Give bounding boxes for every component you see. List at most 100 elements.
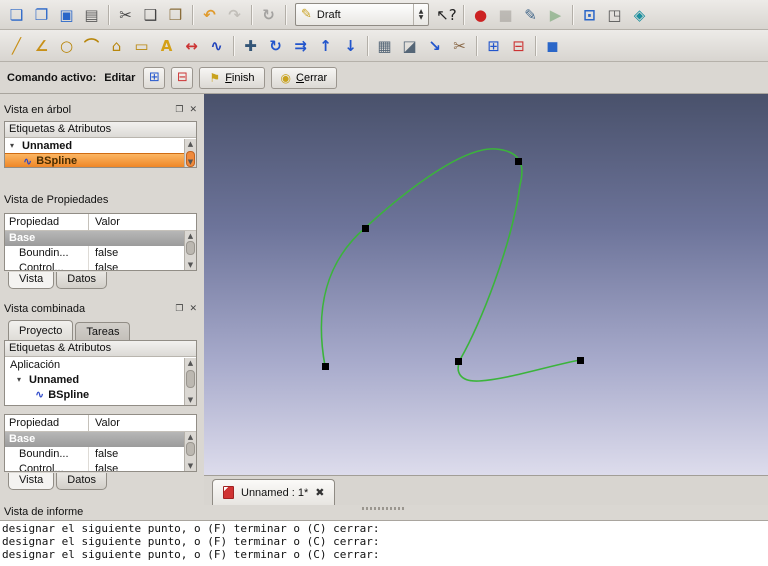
tree-item-unnamed[interactable]: ▾ Unnamed <box>5 138 196 153</box>
tree-view-panel-title: Vista en árbol ❐ ✕ <box>0 102 204 117</box>
tree-scrollbar[interactable]: ▲ ▼ <box>184 139 196 167</box>
property-row[interactable]: Control... false <box>5 261 196 270</box>
draft-move-button[interactable]: ✚ <box>238 34 263 58</box>
edit-add-point-button[interactable]: ⊞ <box>143 66 166 89</box>
tab-vista[interactable]: Vista <box>8 473 55 490</box>
tab-datos[interactable]: Datos <box>56 272 108 289</box>
scroll-up-icon[interactable]: ▲ <box>185 232 196 240</box>
scrollbar-thumb[interactable] <box>186 370 195 388</box>
tab-proyecto[interactable]: Proyecto <box>8 320 74 340</box>
control-point[interactable] <box>455 358 462 365</box>
tree-item-bspline[interactable]: ∿ BSpline <box>5 153 196 167</box>
scroll-down-icon[interactable]: ▼ <box>185 261 196 269</box>
draft-trimex-button[interactable]: ✂ <box>447 34 472 58</box>
draft-bspline-button[interactable]: ∿ <box>204 34 229 58</box>
control-points-layer <box>204 94 768 475</box>
refresh-button[interactable]: ↻ <box>256 3 281 27</box>
close-panel-icon[interactable]: ✕ <box>189 105 197 115</box>
new-document-button[interactable]: ❏ <box>4 3 29 27</box>
draft-line-button[interactable]: ╱ <box>4 34 29 58</box>
finish-button[interactable]: ⚑ Finish <box>199 66 265 89</box>
scroll-down-icon[interactable]: ▼ <box>185 462 196 470</box>
property-scrollbar[interactable]: ▲ ▼ <box>184 231 196 270</box>
draw-style-button[interactable]: ◳ <box>602 3 627 27</box>
splitter-handle[interactable] <box>362 507 406 510</box>
document-tab[interactable]: Unnamed : 1* ✖ <box>212 479 336 505</box>
toolbar-separator <box>535 35 536 56</box>
control-point[interactable] <box>322 363 329 370</box>
draft-downgrade-button[interactable]: ↓ <box>338 34 363 58</box>
control-point[interactable] <box>362 225 369 232</box>
draft-select-plane-button[interactable]: ◼ <box>540 34 565 58</box>
paste-button[interactable]: ❒ <box>163 3 188 27</box>
redo-button[interactable]: ↷ <box>222 3 247 27</box>
application-label: Aplicación <box>10 358 61 371</box>
draft-wire-button[interactable]: ∠ <box>29 34 54 58</box>
scroll-down-icon[interactable]: ▼ <box>185 396 196 404</box>
float-panel-icon[interactable]: ❐ <box>175 105 183 115</box>
property-group-base[interactable]: Base <box>5 231 196 246</box>
draft-upgrade-button[interactable]: ↑ <box>313 34 338 58</box>
draft-circle-button[interactable]: ○ <box>54 34 79 58</box>
float-panel-icon[interactable]: ❐ <box>175 304 183 314</box>
macro-record-button[interactable]: ● <box>468 3 493 27</box>
scrollbar-thumb[interactable] <box>186 442 195 456</box>
control-point[interactable] <box>577 357 584 364</box>
tree-item-bspline[interactable]: ∿ BSpline <box>5 387 196 402</box>
property-row[interactable]: Control... false <box>5 462 196 471</box>
draft-rotate-button[interactable]: ↻ <box>263 34 288 58</box>
close-button[interactable]: ◉ Cerrar <box>270 66 338 89</box>
draft-add-point-button[interactable]: ⊞ <box>481 34 506 58</box>
expand-arrow-icon[interactable]: ▾ <box>10 141 18 150</box>
cut-button[interactable]: ✂ <box>113 3 138 27</box>
tab-vista[interactable]: Vista <box>8 272 55 289</box>
draft-scale-button[interactable]: ↘ <box>422 34 447 58</box>
axonometric-view-button[interactable]: ◈ <box>627 3 652 27</box>
scroll-up-icon[interactable]: ▲ <box>185 140 196 148</box>
tab-tareas[interactable]: Tareas <box>75 322 131 340</box>
tab-close-icon[interactable]: ✖ <box>315 486 324 499</box>
macro-execute-button[interactable]: ▶ <box>543 3 568 27</box>
scrollbar-thumb[interactable] <box>186 241 195 255</box>
combined-view-title-text: Vista combinada <box>4 302 86 315</box>
whats-this-button[interactable]: ↖? <box>434 3 459 27</box>
undo-button[interactable]: ↶ <box>197 3 222 27</box>
tree-item-application[interactable]: Aplicación <box>5 357 196 372</box>
scroll-up-icon[interactable]: ▲ <box>185 359 196 367</box>
control-point[interactable] <box>515 158 522 165</box>
open-document-button[interactable]: ❐ <box>29 3 54 27</box>
close-panel-icon[interactable]: ✕ <box>189 304 197 314</box>
tree-item-unnamed[interactable]: ▾ Unnamed <box>5 372 196 387</box>
draft-delete-point-button[interactable]: ⊟ <box>506 34 531 58</box>
expand-arrow-icon[interactable]: ▾ <box>17 375 25 384</box>
draft-text-button[interactable]: A <box>154 34 179 58</box>
draft-snap-grid-button[interactable]: ▦ <box>372 34 397 58</box>
workbench-selector[interactable]: ✎ Draft ▲ ▼ <box>295 3 429 26</box>
property-group-base[interactable]: Base <box>5 432 196 447</box>
view-fit-button[interactable]: ⊡ <box>577 3 602 27</box>
tree-scrollbar[interactable]: ▲ ▼ <box>184 358 196 405</box>
workbench-spinner[interactable]: ▲ ▼ <box>413 4 428 25</box>
tab-datos[interactable]: Datos <box>56 473 108 490</box>
draft-offset-button[interactable]: ⇉ <box>288 34 313 58</box>
mdi-tab-bar: Unnamed : 1* ✖ <box>204 475 768 505</box>
property-row[interactable]: Boundin... false <box>5 246 196 261</box>
save-document-button[interactable]: ▣ <box>54 3 79 27</box>
draft-rectangle-button[interactable]: ▭ <box>129 34 154 58</box>
macro-stop-button[interactable]: ■ <box>493 3 518 27</box>
scroll-down-icon[interactable]: ▼ <box>185 158 196 166</box>
draft-arc-button[interactable]: ⌒ <box>79 34 104 58</box>
edit-delete-point-button[interactable]: ⊟ <box>171 66 194 89</box>
property-row[interactable]: Boundin... false <box>5 447 196 462</box>
macro-edit-button[interactable]: ✎ <box>518 3 543 27</box>
report-view-log[interactable]: designar el siguiente punto, o (F) termi… <box>0 520 768 566</box>
property-scrollbar[interactable]: ▲ ▼ <box>184 432 196 471</box>
draft-dimension-button[interactable]: ↔ <box>179 34 204 58</box>
viewport-3d[interactable] <box>204 94 768 475</box>
draft-polygon-button[interactable]: ⌂ <box>104 34 129 58</box>
print-button[interactable]: ▤ <box>79 3 104 27</box>
copy-button[interactable]: ❑ <box>138 3 163 27</box>
scroll-up-icon[interactable]: ▲ <box>185 433 196 441</box>
draft-shape2dview-button[interactable]: ◪ <box>397 34 422 58</box>
spin-down-icon[interactable]: ▼ <box>419 14 424 21</box>
